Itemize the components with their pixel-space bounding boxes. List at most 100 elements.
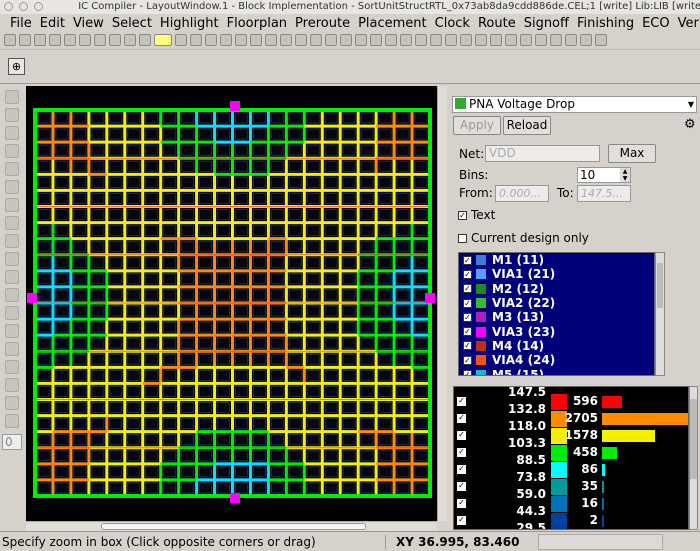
bin-checkbox[interactable]: ✓ <box>457 465 466 474</box>
toolbar-tool-icon[interactable] <box>4 34 16 46</box>
left-tool-icon[interactable] <box>5 198 19 212</box>
toolbar-tool-icon[interactable] <box>295 34 307 46</box>
layer-item[interactable]: ✓ VIA4 (24) <box>459 353 654 367</box>
close-window-button[interactable] <box>4 2 13 11</box>
net-field[interactable]: VDD <box>485 145 600 162</box>
bins-spinbox[interactable]: 10 ▲ ▼ <box>577 167 631 183</box>
toolbar-tool-icon[interactable] <box>340 34 352 46</box>
left-tool-icon[interactable] <box>5 216 19 230</box>
left-tool-icon[interactable] <box>5 234 19 248</box>
toolbar-tool-icon[interactable] <box>445 34 457 46</box>
left-tool-icon[interactable] <box>5 324 19 338</box>
bin-checkbox[interactable]: ✓ <box>457 431 466 440</box>
menu-finishing[interactable]: Finishing <box>573 16 638 31</box>
layer-item[interactable]: ✓ VIA3 (23) <box>459 324 654 339</box>
toolbar-tool-icon[interactable] <box>79 34 91 46</box>
left-tool-icon[interactable] <box>5 306 19 320</box>
layout-canvas[interactable] <box>26 86 437 521</box>
toolbar-tool-icon[interactable] <box>175 34 187 46</box>
toolbar-tool-icon[interactable] <box>235 34 247 46</box>
toolbar-tool-icon[interactable] <box>220 34 232 46</box>
menu-eco[interactable]: ECO <box>638 16 674 31</box>
left-tool-icon[interactable] <box>5 342 19 356</box>
from-field[interactable]: 0.000... <box>495 185 549 202</box>
mode-dropdown[interactable]: PNA Voltage Drop ▼ <box>452 96 697 113</box>
value-field[interactable]: 0 <box>2 434 22 450</box>
toolbar-tool-icon[interactable] <box>400 34 412 46</box>
spin-arrows-icon[interactable]: ▲ ▼ <box>620 168 630 182</box>
canvas-vertical-scrollbar[interactable] <box>437 86 447 521</box>
left-tool-icon[interactable] <box>5 360 19 374</box>
histogram-scrollbar[interactable] <box>689 386 698 530</box>
toolbar-tool-icon[interactable] <box>64 34 76 46</box>
text-checkbox[interactable]: ✓ Text <box>458 208 495 222</box>
toolbar-tool-icon[interactable] <box>154 34 172 46</box>
checkbox-checked-icon[interactable]: ✓ <box>463 284 472 294</box>
left-tool-icon[interactable] <box>5 378 19 392</box>
left-tool-icon[interactable] <box>5 288 19 302</box>
toolbar-tool-icon[interactable] <box>460 34 472 46</box>
menu-highlight[interactable]: Highlight <box>156 16 223 31</box>
menu-signoff[interactable]: Signoff <box>520 16 573 31</box>
layer-item[interactable]: ✓ VIA2 (22) <box>459 296 654 310</box>
checkbox-checked-icon[interactable]: ✓ <box>463 341 472 351</box>
left-tool-icon[interactable] <box>5 162 19 176</box>
checkbox-checked-icon[interactable]: ✓ <box>463 255 472 265</box>
max-button[interactable]: Max <box>608 144 656 163</box>
menu-floorplan[interactable]: Floorplan <box>223 16 291 31</box>
layer-item[interactable]: ✓ M5 (15) <box>459 367 654 375</box>
left-tool-icon[interactable] <box>5 414 19 428</box>
menu-select[interactable]: Select <box>108 16 156 31</box>
checkbox-checked-icon[interactable]: ✓ <box>463 370 472 375</box>
toolbar-tool-icon[interactable] <box>355 34 367 46</box>
layer-item[interactable]: ✓ VIA1 (21) <box>459 267 654 281</box>
menu-route[interactable]: Route <box>474 16 520 31</box>
minimize-window-button[interactable] <box>19 2 28 11</box>
toolbar-tool-icon[interactable] <box>280 34 292 46</box>
toolbar-tool-icon[interactable] <box>310 34 322 46</box>
zoom-window-button[interactable] <box>34 2 43 11</box>
bin-checkbox[interactable]: ✓ <box>457 499 466 508</box>
toolbar-tool-icon[interactable] <box>595 34 607 46</box>
toolbar-tool-icon[interactable] <box>34 34 46 46</box>
left-tool-icon[interactable] <box>5 144 19 158</box>
left-tool-icon[interactable] <box>5 180 19 194</box>
gear-icon[interactable]: ⚙ <box>684 117 696 132</box>
toolbar-tool-icon[interactable] <box>94 34 106 46</box>
toolbar-tool-icon[interactable] <box>535 34 547 46</box>
toolbar-tool-icon[interactable] <box>49 34 61 46</box>
toolbar-tool-icon[interactable] <box>139 34 151 46</box>
checkbox-checked-icon[interactable]: ✓ <box>463 327 472 337</box>
toolbar-tool-icon[interactable] <box>550 34 562 46</box>
bin-checkbox[interactable]: ✓ <box>457 516 466 525</box>
checkbox-checked-icon[interactable]: ✓ <box>463 355 472 365</box>
menu-verification[interactable]: Verification <box>674 16 700 31</box>
toolbar-tool-icon[interactable] <box>19 34 31 46</box>
left-tool-icon[interactable] <box>5 396 19 410</box>
layer-item[interactable]: ✓ M3 (13) <box>459 310 654 324</box>
toolbar-tool-icon[interactable] <box>415 34 427 46</box>
toolbar-tool-icon[interactable] <box>520 34 532 46</box>
checkbox-checked-icon[interactable]: ✓ <box>463 312 472 322</box>
canvas-horizontal-scrollbar[interactable] <box>26 521 437 531</box>
to-field[interactable]: 147.5... <box>577 185 631 202</box>
toolbar-tool-icon[interactable] <box>250 34 262 46</box>
menu-file[interactable]: File <box>6 16 36 31</box>
left-tool-icon[interactable] <box>5 108 19 122</box>
layer-list[interactable]: ✓ M1 (11) ✓ VIA1 (21) ✓ M2 (12) ✓ VIA2 (22) ✓ M3 … <box>458 252 655 376</box>
reload-button[interactable]: Reload <box>503 116 551 135</box>
menu-view[interactable]: View <box>69 16 108 31</box>
menu-preroute[interactable]: Preroute <box>291 16 354 31</box>
bin-checkbox[interactable]: ✓ <box>457 448 466 457</box>
toolbar-tool-icon[interactable] <box>325 34 337 46</box>
apply-button[interactable]: Apply <box>453 116 501 135</box>
layer-list-scrollbar[interactable] <box>655 252 665 376</box>
layer-item[interactable]: ✓ M4 (14) <box>459 339 654 353</box>
toolbar-tool-icon[interactable] <box>265 34 277 46</box>
left-tool-icon[interactable] <box>5 90 19 104</box>
left-tool-icon[interactable] <box>5 126 19 140</box>
toolbar-tool-icon[interactable] <box>205 34 217 46</box>
left-tool-icon[interactable] <box>5 252 19 266</box>
layer-item[interactable]: ✓ M1 (11) <box>459 253 654 267</box>
toolbar-tool-icon[interactable] <box>385 34 397 46</box>
